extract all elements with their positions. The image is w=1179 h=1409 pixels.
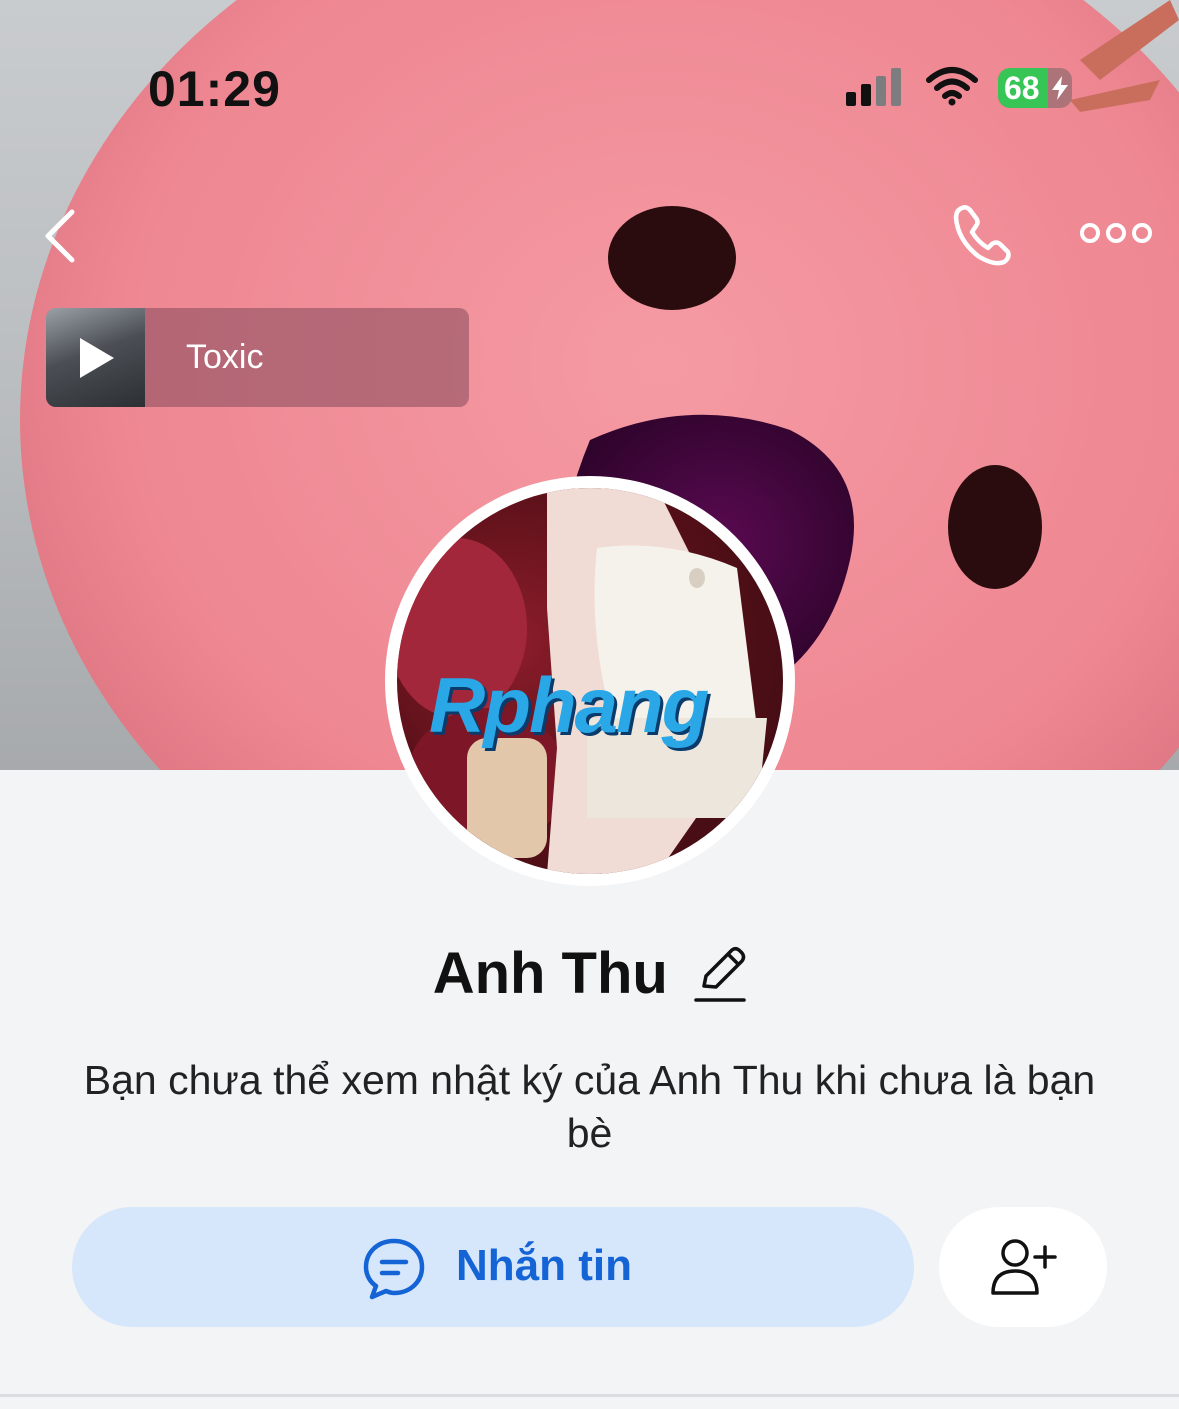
send-message-label: Nhắn tin bbox=[456, 1241, 632, 1290]
music-thumbnail bbox=[46, 308, 145, 407]
pencil-icon[interactable] bbox=[694, 944, 747, 1004]
profile-music-chip[interactable]: Toxic bbox=[46, 308, 469, 407]
send-message-button[interactable]: Nhắn tin bbox=[72, 1207, 914, 1327]
section-divider bbox=[0, 1394, 1179, 1397]
add-user-icon bbox=[991, 1239, 1057, 1295]
more-horizontal-icon[interactable] bbox=[1078, 218, 1154, 248]
avatar-photo: Rphang bbox=[397, 488, 783, 874]
profile-name-row: Anh Thu bbox=[0, 940, 1179, 1007]
wifi-icon bbox=[926, 67, 978, 106]
battery-indicator: 68 bbox=[998, 68, 1078, 108]
profile-name: Anh Thu bbox=[432, 941, 668, 1006]
friend-restriction-notice: Bạn chưa thể xem nhật ký của Anh Thu khi… bbox=[83, 1057, 1096, 1156]
phone-icon[interactable] bbox=[948, 200, 1018, 270]
chat-bubble-icon bbox=[363, 1238, 425, 1300]
avatar-watermark: Rphang bbox=[429, 661, 709, 749]
cellular-signal-icon bbox=[846, 68, 901, 106]
status-time: 01:29 bbox=[148, 61, 281, 117]
play-icon[interactable] bbox=[76, 336, 116, 380]
back-chevron-icon[interactable] bbox=[36, 206, 86, 266]
music-title: Toxic bbox=[186, 338, 264, 376]
avatar[interactable]: Rphang bbox=[385, 476, 795, 886]
add-friend-button[interactable] bbox=[939, 1207, 1107, 1327]
charging-bolt-icon bbox=[1052, 76, 1068, 100]
battery-percent: 68 bbox=[1004, 70, 1040, 106]
